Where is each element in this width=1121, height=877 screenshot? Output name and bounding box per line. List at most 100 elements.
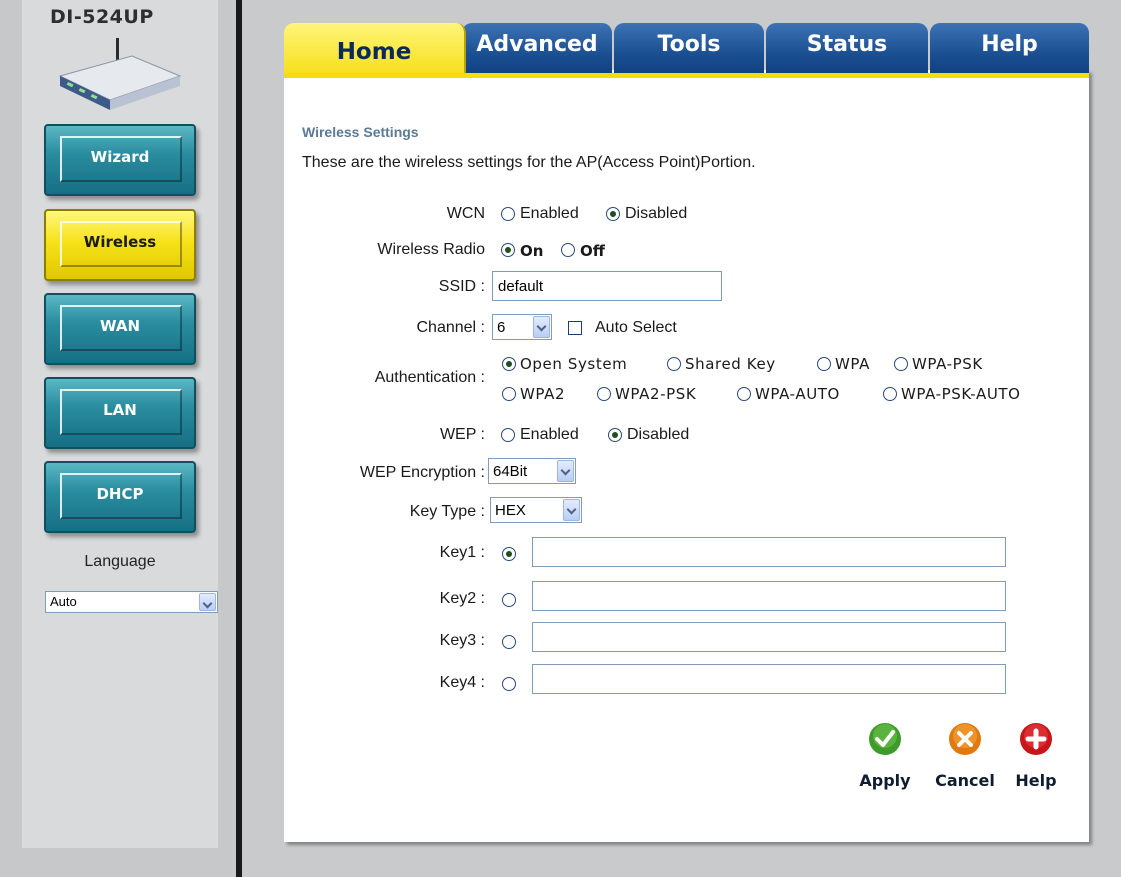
wcn-label: WCN bbox=[446, 205, 485, 222]
auth-wpa-psk-radio[interactable] bbox=[894, 357, 908, 371]
nav-lan-label: LAN bbox=[103, 401, 137, 419]
wcn-enabled-radio[interactable] bbox=[501, 207, 515, 221]
tab-tools[interactable]: Tools bbox=[614, 23, 764, 75]
tab-advanced[interactable]: Advanced bbox=[462, 23, 612, 75]
key2-radio[interactable] bbox=[502, 593, 516, 607]
key4-label: Key4 : bbox=[439, 674, 485, 691]
cancel-label: Cancel bbox=[935, 771, 995, 790]
wireless-radio-label: Wireless Radio bbox=[377, 241, 485, 258]
apply-button[interactable]: Apply bbox=[853, 722, 917, 790]
auth-shared-key-radio[interactable] bbox=[667, 357, 681, 371]
auth-open-system-label: Open System bbox=[520, 355, 628, 373]
auth-wpa2-psk-radio[interactable] bbox=[597, 387, 611, 401]
auth-wpa-label: WPA bbox=[835, 355, 870, 373]
key1-input[interactable] bbox=[532, 537, 1006, 567]
key1-label: Key1 : bbox=[439, 544, 485, 561]
wcn-disabled-label: Disabled bbox=[625, 205, 688, 222]
nav-lan-button[interactable]: LAN bbox=[44, 377, 196, 449]
key2-input[interactable] bbox=[532, 581, 1006, 611]
chevron-down-icon[interactable] bbox=[557, 460, 574, 482]
auth-wpa2-psk-label: WPA2-PSK bbox=[615, 385, 697, 403]
section-description: These are the wireless settings for the … bbox=[302, 154, 756, 171]
auth-wpa2-radio[interactable] bbox=[502, 387, 516, 401]
auth-wpa-psk-auto-label: WPA-PSK-AUTO bbox=[901, 385, 1021, 403]
checkmark-icon bbox=[869, 723, 901, 755]
tab-tools-label: Tools bbox=[657, 32, 721, 57]
radio-on-radio[interactable] bbox=[501, 243, 515, 257]
key-type-label: Key Type : bbox=[409, 503, 485, 520]
auth-open-system-radio[interactable] bbox=[502, 357, 516, 371]
tab-underline bbox=[284, 73, 1089, 78]
key4-radio[interactable] bbox=[502, 677, 516, 691]
router-icon bbox=[58, 38, 182, 110]
channel-label: Channel : bbox=[416, 319, 486, 336]
key1-radio[interactable] bbox=[502, 547, 516, 561]
wcn-enabled-label: Enabled bbox=[520, 205, 579, 222]
nav-dhcp-label: DHCP bbox=[96, 485, 144, 503]
tab-status-label: Status bbox=[806, 32, 888, 57]
nav-wan-label: WAN bbox=[99, 317, 141, 335]
authentication-label: Authentication : bbox=[374, 369, 485, 386]
auth-wpa-auto-label: WPA-AUTO bbox=[755, 385, 840, 403]
tab-home[interactable]: Home bbox=[284, 23, 466, 77]
cancel-button[interactable]: Cancel bbox=[928, 722, 1002, 790]
language-select[interactable]: Auto bbox=[45, 591, 218, 613]
help-label: Help bbox=[1015, 771, 1057, 790]
key-type-select[interactable]: HEX bbox=[490, 497, 582, 523]
key-type-value: HEX bbox=[495, 502, 526, 519]
auto-select-checkbox[interactable] bbox=[568, 321, 582, 335]
language-label: Language bbox=[84, 553, 156, 570]
model-name: DI-524UP bbox=[50, 6, 154, 28]
section-title: Wireless Settings bbox=[302, 124, 419, 140]
wep-enabled-label: Enabled bbox=[520, 426, 579, 443]
key2-label: Key2 : bbox=[439, 590, 485, 607]
nav-dhcp-button[interactable]: DHCP bbox=[44, 461, 196, 533]
channel-value: 6 bbox=[497, 319, 506, 336]
wep-disabled-label: Disabled bbox=[627, 426, 690, 443]
tab-status[interactable]: Status bbox=[766, 23, 928, 75]
chevron-down-icon[interactable] bbox=[533, 316, 550, 338]
radio-off-label: Off bbox=[580, 242, 605, 260]
radio-off-radio[interactable] bbox=[561, 243, 575, 257]
auth-wpa-psk-label: WPA-PSK bbox=[912, 355, 983, 373]
x-icon bbox=[949, 723, 981, 755]
key3-label: Key3 : bbox=[439, 632, 485, 649]
divider bbox=[236, 0, 242, 877]
ssid-value: default bbox=[498, 278, 544, 295]
auth-shared-key-label: Shared Key bbox=[685, 355, 776, 373]
key3-radio[interactable] bbox=[502, 635, 516, 649]
ssid-label: SSID : bbox=[438, 278, 485, 295]
key3-input[interactable] bbox=[532, 622, 1006, 652]
chevron-down-icon[interactable] bbox=[563, 499, 580, 521]
tab-help-label: Help bbox=[981, 32, 1038, 57]
auth-wpa-psk-auto-radio[interactable] bbox=[883, 387, 897, 401]
language-value: Auto bbox=[50, 594, 77, 609]
auth-wpa-radio[interactable] bbox=[817, 357, 831, 371]
nav-wizard-button[interactable]: Wizard bbox=[44, 124, 196, 196]
plus-icon bbox=[1020, 723, 1052, 755]
wep-disabled-radio[interactable] bbox=[608, 428, 622, 442]
tab-home-label: Home bbox=[336, 39, 412, 65]
wep-encryption-label: WEP Encryption : bbox=[359, 464, 485, 481]
nav-wan-button[interactable]: WAN bbox=[44, 293, 196, 365]
wep-encryption-select[interactable]: 64Bit bbox=[488, 458, 576, 484]
help-button[interactable]: Help bbox=[1009, 722, 1063, 790]
auth-wpa2-label: WPA2 bbox=[520, 385, 566, 403]
ssid-input[interactable]: default bbox=[492, 271, 722, 301]
chevron-down-icon[interactable] bbox=[199, 593, 216, 611]
channel-select[interactable]: 6 bbox=[492, 314, 552, 340]
nav-wireless-label: Wireless bbox=[83, 233, 157, 251]
wep-enabled-radio[interactable] bbox=[501, 428, 515, 442]
tab-advanced-label: Advanced bbox=[476, 32, 598, 57]
apply-label: Apply bbox=[859, 771, 911, 790]
auto-select-label: Auto Select bbox=[595, 319, 677, 336]
nav-wizard-label: Wizard bbox=[90, 148, 150, 166]
wcn-disabled-radio[interactable] bbox=[606, 207, 620, 221]
wep-encryption-value: 64Bit bbox=[493, 463, 528, 480]
wep-label: WEP : bbox=[439, 426, 485, 443]
tab-bar: Advanced Tools Status Help Home bbox=[284, 23, 1089, 77]
tab-help[interactable]: Help bbox=[930, 23, 1089, 75]
key4-input[interactable] bbox=[532, 664, 1006, 694]
nav-wireless-button[interactable]: Wireless bbox=[44, 209, 196, 281]
auth-wpa-auto-radio[interactable] bbox=[737, 387, 751, 401]
